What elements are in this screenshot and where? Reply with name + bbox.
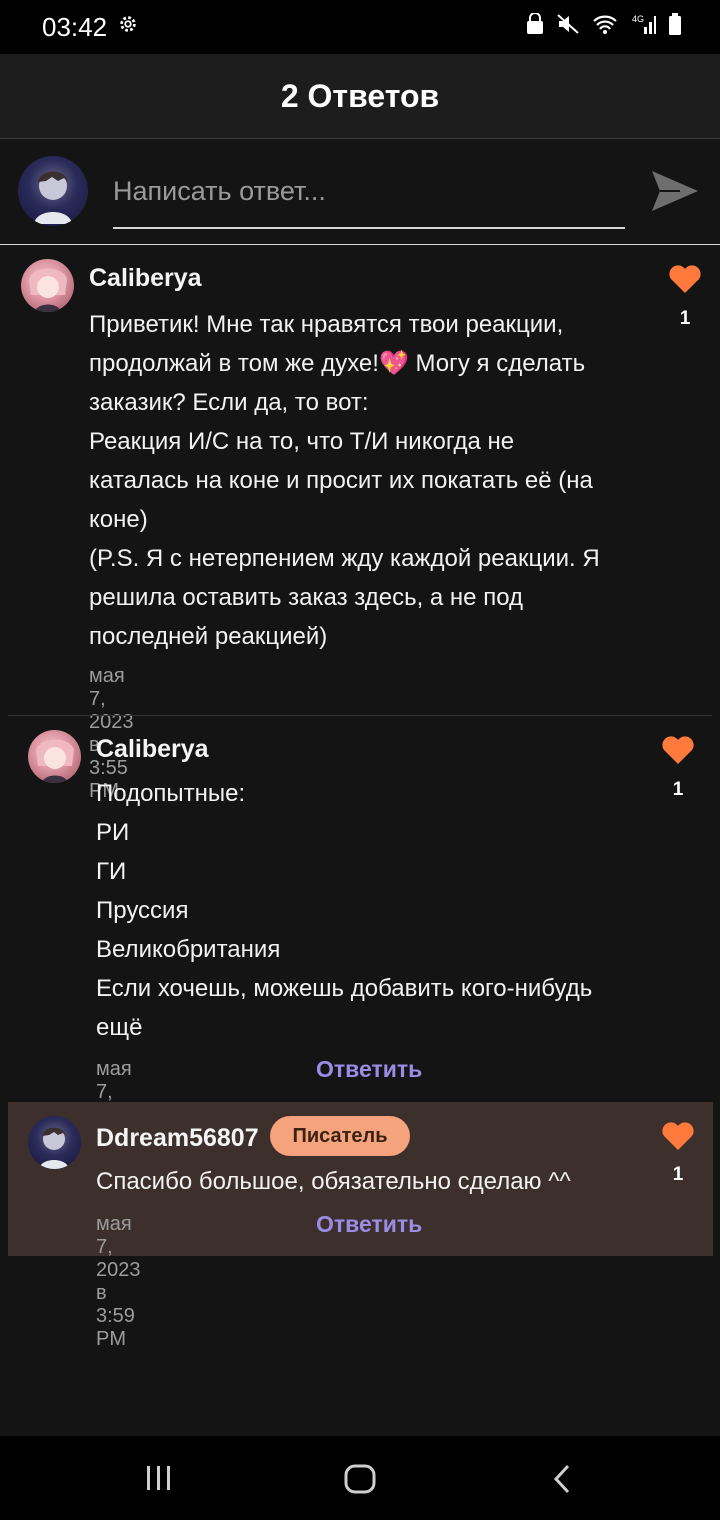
comment-line: ещё — [96, 1014, 143, 1041]
send-icon[interactable] — [650, 166, 700, 221]
divider — [8, 715, 712, 716]
home-icon[interactable] — [343, 1463, 377, 1500]
comment-line: последней реакцией) — [89, 623, 328, 650]
comment-body: Приветик! Мне так нравятся твои реакции,… — [89, 305, 649, 656]
comment-line: Реакция И/С на то, что Т/И никогда не — [89, 428, 515, 455]
comment-line: Великобритания — [96, 936, 281, 963]
status-icons: 4G — [526, 12, 682, 40]
signal-icon: 4G — [630, 13, 656, 40]
comment-line: Пруссия — [96, 897, 189, 924]
comment-line: ГИ — [96, 858, 127, 885]
comment-line: продолжай в том же духе!💖 Могу я сделать — [89, 350, 586, 377]
comment-line: Приветик! Мне так нравятся твои реакции, — [89, 311, 564, 338]
recent-apps-icon[interactable] — [144, 1464, 174, 1497]
mute-icon — [556, 13, 580, 40]
heart-icon[interactable] — [661, 735, 695, 770]
comment-line: каталась на коне и просит их покатать её… — [89, 467, 593, 494]
heart-icon[interactable] — [668, 264, 702, 299]
comment-author[interactable]: Caliberya — [89, 264, 202, 293]
comment-line: Подопытные: — [96, 780, 246, 807]
user-avatar[interactable] — [18, 156, 88, 226]
status-bar: 03:42 4G — [0, 0, 720, 54]
commenter-avatar[interactable] — [21, 259, 74, 312]
back-icon[interactable] — [550, 1463, 574, 1500]
lock-icon — [526, 12, 544, 40]
page-title: 2 Ответов — [280, 77, 440, 114]
comment-timestamp: мая 7, 2023 в 3:59 PM — [96, 1213, 141, 1350]
reply-button[interactable]: Ответить — [316, 1056, 422, 1083]
comment-line: Если хочешь, можешь добавить кого-нибудь — [96, 975, 593, 1002]
status-time: 03:42 — [42, 12, 108, 42]
like-count: 1 — [672, 1164, 684, 1185]
comment-author[interactable]: Caliberya — [96, 735, 209, 764]
reply-button[interactable]: Ответить — [316, 1211, 422, 1238]
comment-body: Подопытные: РИ ГИ Пруссия Великобритания… — [96, 774, 656, 1047]
reply-input[interactable]: Написать ответ... — [113, 169, 625, 229]
comment-line: коне) — [89, 506, 148, 533]
comment-author[interactable]: Ddream56807 — [96, 1124, 259, 1153]
comment-line: (P.S. Я с нетерпением жду каждой реакции… — [89, 545, 600, 572]
writer-badge: Писатель — [270, 1116, 410, 1156]
heart-icon[interactable] — [661, 1121, 695, 1156]
comment-line: решила оставить заказ здесь, а не под — [89, 584, 524, 611]
comment-line: РИ — [96, 819, 130, 846]
like-count: 1 — [679, 308, 691, 329]
commenter-avatar[interactable] — [28, 1116, 81, 1169]
comment-line: Спасибо большое, обязательно сделаю ^^ — [96, 1168, 571, 1195]
settings-gear-icon — [117, 13, 139, 40]
commenter-avatar[interactable] — [28, 730, 81, 783]
system-navigation-bar — [0, 1436, 720, 1520]
wifi-icon — [592, 13, 618, 40]
header: 2 Ответов — [0, 54, 720, 139]
comment-line: заказик? Если да, то вот: — [89, 389, 369, 416]
reply-bar: Написать ответ... — [0, 139, 720, 245]
comment-body: Спасибо большое, обязательно сделаю ^^ — [96, 1162, 656, 1201]
svg-text:4G: 4G — [632, 14, 644, 24]
like-count: 1 — [672, 779, 684, 800]
battery-icon — [668, 13, 682, 40]
